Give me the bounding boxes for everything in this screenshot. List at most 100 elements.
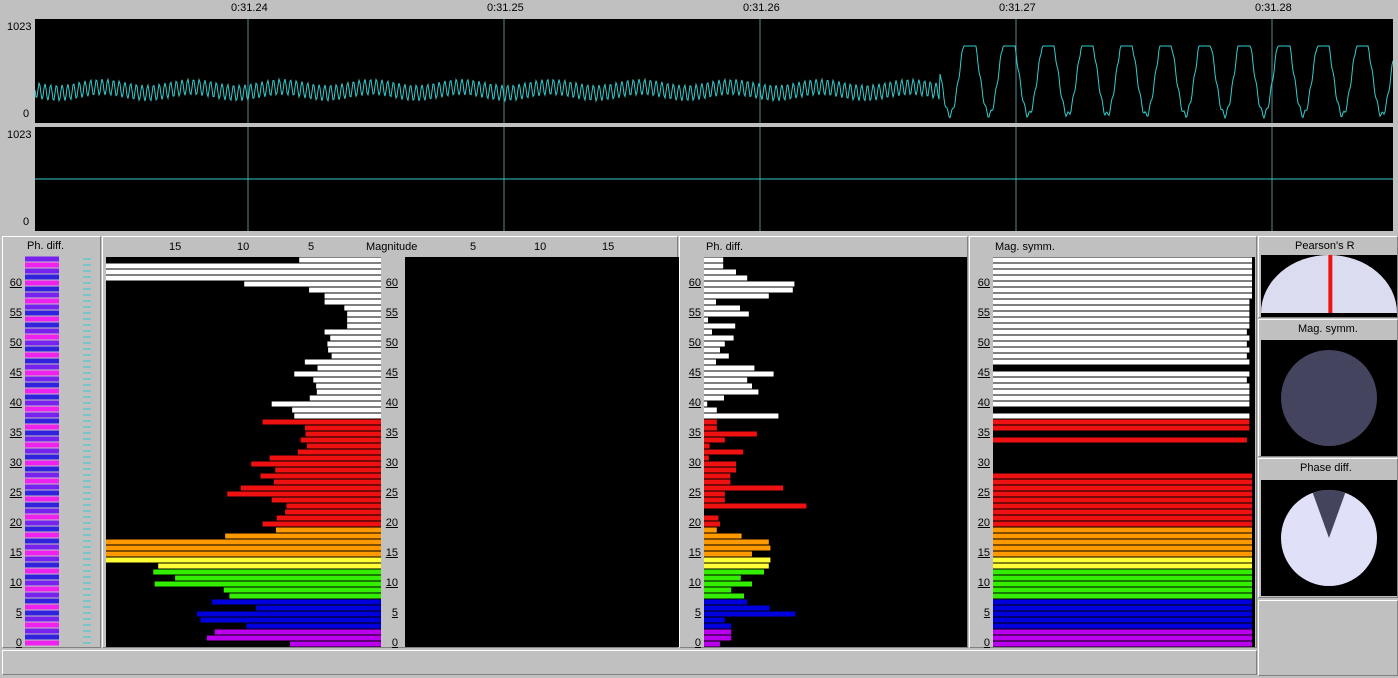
mag-symm-bar [993, 533, 1252, 539]
mag-symm-bar [993, 371, 1250, 377]
row-tick-label: 30 [9, 457, 22, 469]
phase-strip-cell [25, 526, 59, 532]
magnitude-bar [223, 587, 381, 593]
phase-diff-bar [704, 419, 717, 425]
mag-symm-bar [993, 299, 1250, 305]
magnitude-bar [106, 557, 381, 563]
mag-symm-dial-panel: Mag. symm. [1258, 319, 1398, 457]
time-label-4: 0:31.27 [999, 2, 1036, 14]
row-tick-label: 60 [688, 277, 701, 289]
mag-symm-bar [993, 275, 1252, 281]
magnitude-tick-left-10: 10 [237, 241, 250, 253]
phase-diff-bar [704, 305, 740, 311]
magnitude-bar [206, 635, 381, 641]
mag-symm-bar [993, 521, 1252, 527]
phase-diff-bar [704, 473, 731, 479]
waveform-plot-2 [35, 127, 1393, 231]
phase-diff-strip [25, 256, 91, 646]
channel-1-ymin: 0 [23, 108, 30, 120]
mag-symm-panel: Mag. symm. [969, 236, 1257, 648]
phase-diff-bar [704, 329, 712, 335]
row-tick-label: 55 [977, 307, 990, 319]
row-tick-label: 50 [688, 337, 701, 349]
magnitude-bar [106, 275, 381, 281]
row-tick-label: 30 [977, 457, 990, 469]
mag-symm-dial-disc [1281, 350, 1377, 446]
phase-strip-cell [25, 370, 59, 376]
magnitude-bar [106, 539, 381, 545]
phase-diff-bar [704, 263, 724, 269]
mag-symm-bar [993, 515, 1252, 521]
mag-symm-bar [993, 491, 1252, 497]
row-tick-label: 55 [688, 307, 701, 319]
mag-symm-bar [993, 341, 1247, 347]
magnitude-bar [271, 497, 381, 503]
phase-diff-bar [704, 311, 749, 317]
row-tick-label: 45 [9, 367, 22, 379]
phase-strip-cell [25, 418, 59, 424]
magnitude-bar [344, 305, 381, 311]
mag-symm-bar [993, 359, 1250, 365]
phase-strip-row-axis: 60 55 50 45 40 35 30 25 20 15 10 5 0 [4, 256, 26, 649]
phase-strip-cell [25, 634, 59, 640]
phase-strip-cell [25, 598, 59, 604]
phase-diff-bar [704, 581, 752, 587]
mag-symm-bar [993, 539, 1252, 545]
magnitude-bar [292, 407, 381, 413]
mag-symm-bar [993, 575, 1252, 581]
row-tick-label: 0 [391, 637, 398, 649]
phase-diff-bar [704, 551, 752, 557]
phase-diff-bar [704, 431, 757, 437]
phase-strip-cell [25, 568, 59, 574]
phase-diff-title: Ph. diff. [706, 241, 744, 253]
phase-strip-cell [25, 472, 59, 478]
magnitude-bar [262, 419, 381, 425]
mag-symm-bar [993, 497, 1252, 503]
row-tick-label: 25 [977, 487, 990, 499]
row-tick-label: 20 [385, 517, 398, 529]
row-tick-label: 45 [688, 367, 701, 379]
phase-diff-bar [704, 611, 796, 617]
phase-strip-cell [25, 424, 59, 430]
phase-strip-cell [25, 604, 59, 610]
phase-diff-bar [704, 353, 729, 359]
phase-strip-cell [25, 436, 59, 442]
phase-strip-cell [25, 460, 59, 466]
phase-diff-bar [704, 629, 732, 635]
row-tick-label: 0 [15, 637, 22, 649]
row-tick-label: 50 [977, 337, 990, 349]
mag-symm-bar [993, 503, 1252, 509]
magnitude-bar [347, 311, 381, 317]
time-label-2: 0:31.25 [487, 2, 524, 14]
time-ruler[interactable]: 0:31.24 0:31.25 0:31.26 0:31.27 0:31.28 [0, 0, 1398, 18]
phase-strip-cell [25, 580, 59, 586]
magnitude-bar [324, 293, 381, 299]
magnitude-bar [327, 341, 381, 347]
phase-diff-bar [704, 323, 736, 329]
magnitude-bar [309, 395, 381, 401]
row-tick-label: 5 [15, 607, 22, 619]
phase-strip-cell [25, 520, 59, 526]
magnitude-bar [153, 569, 381, 575]
time-label-1: 0:31.24 [231, 2, 268, 14]
phase-strip-cell [25, 622, 59, 628]
phase-diff-bar [704, 371, 774, 377]
mag-symm-bar [993, 383, 1250, 389]
phase-strip-cell [25, 394, 59, 400]
phase-diff-bar [704, 407, 717, 413]
phase-strip-cell [25, 352, 59, 358]
phase-strip-cell [25, 358, 59, 364]
waveform-channel-2[interactable]: 1023 0 [0, 127, 1398, 231]
row-tick-label: 60 [385, 277, 398, 289]
mag-symm-bar [993, 293, 1252, 299]
magnitude-bar [200, 617, 381, 623]
magnitude-bar [286, 503, 381, 509]
row-tick-label: 15 [9, 547, 22, 559]
magnitude-bar [306, 443, 381, 449]
magnitude-row-axis: 60 55 50 45 40 35 30 25 20 15 10 5 0 [380, 256, 402, 649]
magnitude-bar [294, 371, 381, 377]
waveform-channel-1[interactable]: 1023 0 [0, 19, 1398, 123]
magnitude-bar [276, 515, 381, 521]
phase-strip-cell [25, 346, 59, 352]
row-tick-label: 35 [385, 427, 398, 439]
